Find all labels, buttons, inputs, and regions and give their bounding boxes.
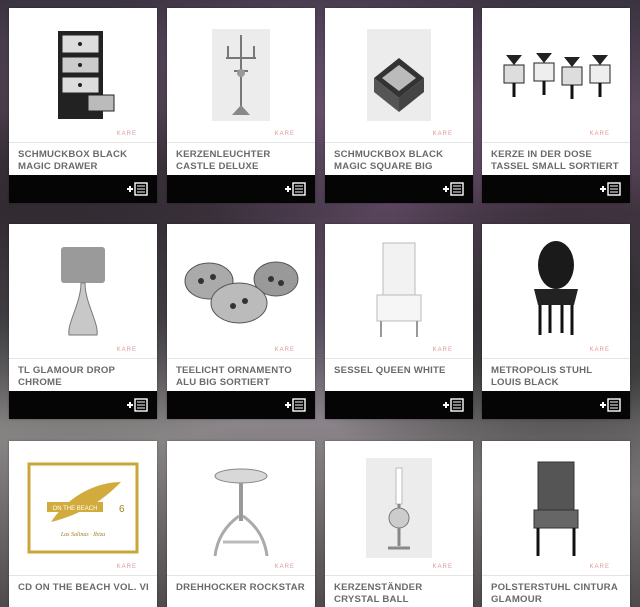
product-title[interactable]: METROPOLIS STUHL LOUIS BLACK	[491, 365, 625, 389]
table-lamp-icon	[61, 246, 105, 335]
product-card[interactable]: KARE SCHMUCKBOX BLACK MAGIC DRAWER	[9, 8, 157, 203]
watermark: KARE	[432, 131, 453, 137]
action-bar	[167, 175, 315, 203]
watermark: KARE	[589, 564, 610, 570]
product-title[interactable]: POLSTERSTUHL CINTURA GLAMOUR	[491, 582, 625, 606]
chair-icon	[534, 240, 578, 335]
add-to-list-icon[interactable]	[599, 182, 621, 196]
product-image[interactable]: KARE	[9, 224, 157, 357]
product-card[interactable]: KARE SCHMUCKBOX BLACK MAGIC SQUARE BIG	[325, 8, 473, 203]
divider	[325, 142, 473, 143]
product-card[interactable]: KARE KERZE IN DER DOSE TASSEL SMALL SORT…	[482, 8, 630, 203]
product-title[interactable]: KERZENSTÄNDER CRYSTAL BALL	[334, 582, 468, 606]
action-bar	[325, 391, 473, 419]
watermark: KARE	[116, 347, 137, 353]
product-card[interactable]: KARE KERZENLEUCHTER CASTLE DELUXE	[167, 8, 315, 203]
divider	[167, 142, 315, 143]
product-title[interactable]: SESSEL QUEEN WHITE	[334, 365, 468, 377]
cd-cover-number: 6	[119, 504, 125, 515]
product-image[interactable]: KARE	[482, 441, 630, 574]
product-title[interactable]: KERZE IN DER DOSE TASSEL SMALL SORTIERT	[491, 149, 625, 173]
watermark: KARE	[589, 347, 610, 353]
add-to-list-icon[interactable]	[284, 398, 306, 412]
action-bar	[9, 391, 157, 419]
cd-cover-icon: ON THE BEACH Las Salinas · Ibiza 6	[27, 462, 139, 553]
product-card[interactable]: KARE SESSEL QUEEN WHITE	[325, 224, 473, 419]
divider	[482, 575, 630, 576]
upholstered-chair-icon	[533, 461, 579, 556]
product-image[interactable]: KARE	[482, 8, 630, 141]
product-card[interactable]: KARE DREHHOCKER ROCKSTAR	[167, 441, 315, 607]
product-title[interactable]: KERZENLEUCHTER CASTLE DELUXE	[176, 149, 310, 173]
cd-cover-subtitle: Las Salinas · Ibiza	[60, 532, 105, 538]
watermark: KARE	[432, 347, 453, 353]
product-image[interactable]: ON THE BEACH Las Salinas · Ibiza 6 KARE	[9, 441, 157, 574]
armchair-icon	[376, 242, 422, 337]
add-to-list-icon[interactable]	[284, 182, 306, 196]
divider	[325, 575, 473, 576]
watermark: KARE	[274, 131, 295, 137]
product-image[interactable]: KARE	[482, 224, 630, 357]
action-bar	[482, 175, 630, 203]
divider	[167, 575, 315, 576]
divider	[482, 142, 630, 143]
product-image[interactable]: KARE	[9, 8, 157, 141]
add-to-list-icon[interactable]	[442, 182, 464, 196]
divider	[9, 358, 157, 359]
product-card[interactable]: KARE KERZENSTÄNDER CRYSTAL BALL	[325, 441, 473, 607]
action-bar	[167, 391, 315, 419]
product-grid: KARE SCHMUCKBOX BLACK MAGIC DRAWER KARE …	[0, 0, 640, 607]
product-image[interactable]: KARE	[167, 441, 315, 574]
product-card[interactable]: KARE POLSTERSTUHL CINTURA GLAMOUR	[482, 441, 630, 607]
cd-cover-title: ON THE BEACH	[53, 506, 98, 512]
action-bar	[9, 175, 157, 203]
divider	[9, 142, 157, 143]
watermark: KARE	[432, 564, 453, 570]
product-image[interactable]: KARE	[325, 441, 473, 574]
product-image[interactable]: KARE	[167, 224, 315, 357]
add-to-list-icon[interactable]	[126, 398, 148, 412]
product-card[interactable]: KARE TL GLAMOUR DROP CHROME	[9, 224, 157, 419]
add-to-list-icon[interactable]	[442, 398, 464, 412]
tassel-boxes-icon	[503, 52, 611, 99]
action-bar	[482, 391, 630, 419]
product-title[interactable]: SCHMUCKBOX BLACK MAGIC SQUARE BIG	[334, 149, 468, 173]
product-title[interactable]: SCHMUCKBOX BLACK MAGIC DRAWER	[18, 149, 152, 173]
watermark: KARE	[274, 564, 295, 570]
watermark: KARE	[589, 131, 610, 137]
product-title[interactable]: TL GLAMOUR DROP CHROME	[18, 365, 152, 389]
candle-holder-icon	[366, 457, 432, 558]
product-card[interactable]: ON THE BEACH Las Salinas · Ibiza 6 KARE …	[9, 441, 157, 607]
divider	[482, 358, 630, 359]
product-image[interactable]: KARE	[325, 8, 473, 141]
product-title[interactable]: CD ON THE BEACH VOL. VI	[18, 582, 152, 594]
product-title[interactable]: TEELICHT ORNAMENTO ALU BIG SORTIERT	[176, 365, 310, 389]
add-to-list-icon[interactable]	[599, 398, 621, 412]
watermark: KARE	[116, 564, 137, 570]
square-box-icon	[367, 28, 431, 121]
action-bar	[325, 175, 473, 203]
divider	[167, 358, 315, 359]
divider	[325, 358, 473, 359]
product-card[interactable]: KARE METROPOLIS STUHL LOUIS BLACK	[482, 224, 630, 419]
product-title[interactable]: DREHHOCKER ROCKSTAR	[176, 582, 310, 594]
watermark: KARE	[274, 347, 295, 353]
candelabra-icon	[212, 28, 270, 121]
watermark: KARE	[116, 131, 137, 137]
tealight-bowls-icon	[184, 261, 299, 323]
product-image[interactable]: KARE	[325, 224, 473, 357]
divider	[9, 575, 157, 576]
add-to-list-icon[interactable]	[126, 182, 148, 196]
product-card[interactable]: KARE TEELICHT ORNAMENTO ALU BIG SORTIERT	[167, 224, 315, 419]
product-image[interactable]: KARE	[167, 8, 315, 141]
drawer-box-icon	[58, 30, 115, 119]
stool-icon	[213, 468, 269, 556]
